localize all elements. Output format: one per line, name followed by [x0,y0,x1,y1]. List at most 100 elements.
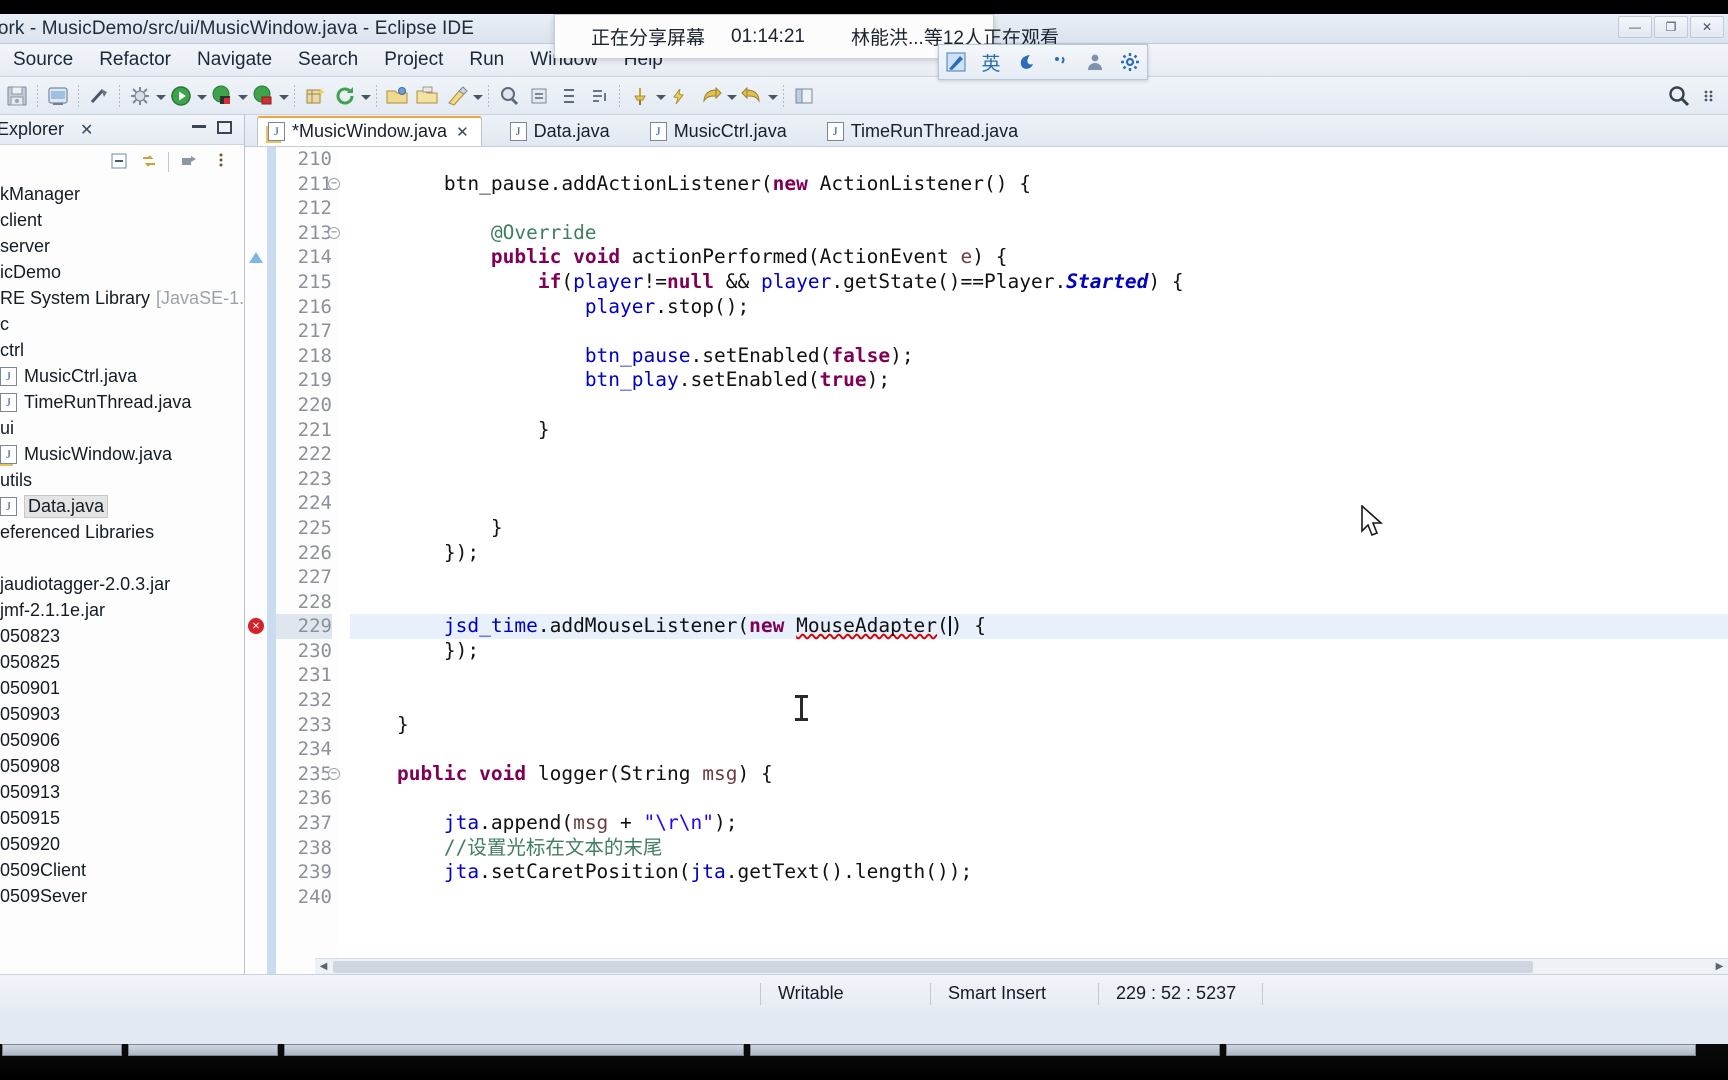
code-line[interactable] [350,319,1728,344]
code-line[interactable] [350,663,1728,688]
code-line[interactable]: public void actionPerformed(ActionEvent … [350,245,1728,270]
code-line[interactable]: } [350,516,1728,541]
package-explorer-tab[interactable]: e Explorer ✕ [0,115,244,145]
tree-item-musicctrl-java[interactable]: J MusicCtrl.java [0,363,244,389]
view-options-icon[interactable] [210,151,232,171]
taskbar-item[interactable] [284,1044,744,1056]
ime-moon-icon[interactable] [1013,49,1039,75]
gutter-marker-slot[interactable] [245,393,267,418]
new-java-class-icon[interactable] [44,81,72,111]
gutter-marker-slot[interactable] [245,516,267,541]
code-line[interactable] [350,442,1728,467]
tree-item-0509client[interactable]: 0509Client [0,857,244,883]
gutter-marker-slot[interactable] [245,172,267,197]
tree-item-050901[interactable]: 050901 [0,675,244,701]
code-line[interactable] [350,393,1728,418]
tree-item-050823[interactable]: 050823 [0,623,244,649]
pin-editor-icon[interactable] [626,81,654,111]
gutter-marker-slot[interactable] [245,196,267,221]
code-line[interactable]: public void logger(String msg) { [350,762,1728,787]
menu-source[interactable]: Source [0,47,86,73]
run-icon[interactable] [167,81,195,111]
taskbar-item[interactable] [750,1044,1220,1056]
close-button[interactable]: ✕ [1690,16,1724,38]
view-menu-icon[interactable] [178,151,200,171]
toolbar-overflow-icon[interactable] [1695,81,1723,111]
gutter-marker-slot[interactable] [245,786,267,811]
gutter-marker-slot[interactable] [245,713,267,738]
tree-item-jmf-jar[interactable]: jmf-2.1.1e.jar [0,597,244,623]
code-line[interactable]: jta.setCaretPosition(jta.getText().lengt… [350,860,1728,885]
save-icon[interactable] [3,81,31,111]
coverage-icon[interactable] [208,81,236,111]
code-line[interactable]: } [350,418,1728,443]
gutter-marker-slot[interactable] [245,467,267,492]
editor-tab-bar[interactable]: J *MusicWindow.java ✕ J Data.java J MusicCtrl.… [245,115,1728,147]
tree-item-jre-system-library[interactable]: RE System Library[JavaSE-1.8] [0,285,244,311]
scroll-right-icon[interactable]: ▶ [1713,961,1726,973]
collapse-all-icon[interactable] [108,151,130,171]
last-edit-icon[interactable] [585,81,613,111]
gutter-marker-slot[interactable] [245,368,267,393]
gutter-marker-slot[interactable] [245,885,267,910]
quick-access-search-icon[interactable] [1665,81,1693,111]
coverage-dropdown-arrow[interactable] [238,94,248,100]
screen-share-overlay[interactable]: 正在分享屏幕 01:14:21 林能洪...等12人正在观看 [554,14,1059,58]
code-line[interactable]: @Override [350,221,1728,246]
profile-dropdown-arrow[interactable] [279,94,289,100]
annotation-icon[interactable] [443,81,471,111]
code-line[interactable] [350,196,1728,221]
gutter-marker-slot[interactable] [245,147,267,172]
tree-item-icdemo[interactable]: icDemo [0,259,244,285]
forward-dropdown-arrow[interactable] [768,94,778,100]
editor-tab-timerunthread-java[interactable]: J TimeRunThread.java [817,116,1030,146]
editor-tab-musicctrl-java[interactable]: J MusicCtrl.java [640,116,799,146]
gutter-marker-slot[interactable] [245,541,267,566]
tree-item-050903[interactable]: 050903 [0,701,244,727]
tree-item-050913[interactable]: 050913 [0,779,244,805]
tree-item-kmanager[interactable]: kManager [0,181,244,207]
menu-navigate[interactable]: Navigate [184,47,285,73]
editor-annotation-gutter[interactable]: ✕ [245,147,267,974]
code-line[interactable]: }); [350,639,1728,664]
tree-item-referenced-libraries[interactable]: eferenced Libraries [0,519,244,545]
gutter-marker-slot[interactable] [245,221,267,246]
code-line[interactable] [350,688,1728,713]
gutter-marker-slot[interactable] [245,295,267,320]
tree-item-050908[interactable]: 050908 [0,753,244,779]
code-line[interactable]: //设置光标在文本的末尾 [350,836,1728,861]
tree-item-server[interactable]: server [0,233,244,259]
code-line[interactable]: jta.append(msg + "\r\n"); [350,811,1728,836]
taskbar[interactable] [0,1044,1728,1080]
code-line[interactable] [350,565,1728,590]
code-line[interactable]: }); [350,541,1728,566]
forward-icon[interactable] [738,81,766,111]
toggle-link-icon[interactable] [85,81,113,111]
scroll-left-icon[interactable]: ◀ [317,961,330,973]
gutter-marker-slot[interactable] [245,344,267,369]
gutter-marker-slot[interactable] [245,491,267,516]
link-with-editor-icon[interactable] [138,151,160,171]
code-line[interactable]: player.stop(); [350,295,1728,320]
tree-item-050906[interactable]: 050906 [0,727,244,753]
menu-refactor[interactable]: Refactor [86,47,184,73]
tree-item-lib[interactable] [0,545,244,571]
open-perspective-icon[interactable] [790,81,818,111]
close-icon[interactable]: ✕ [80,120,93,140]
ime-language-bar[interactable]: 英 [938,44,1148,80]
ime-english-icon[interactable]: 英 [978,49,1004,75]
tree-item-050920[interactable]: 050920 [0,831,244,857]
gutter-marker-slot[interactable] [245,836,267,861]
gutter-marker-slot[interactable] [245,688,267,713]
code-line[interactable] [350,737,1728,762]
ime-settings-icon[interactable] [1117,49,1143,75]
gutter-marker-slot[interactable]: ✕ [245,614,267,639]
editor-code-area[interactable]: btn_pause.addActionListener(new ActionLi… [338,147,1728,974]
code-line[interactable] [350,590,1728,615]
implements-marker-icon[interactable] [249,252,263,264]
menu-project[interactable]: Project [371,47,456,73]
tree-item-utils[interactable]: utils [0,467,244,493]
run-dropdown-arrow[interactable] [197,94,207,100]
code-line[interactable] [350,491,1728,516]
profile-icon[interactable] [249,81,277,111]
